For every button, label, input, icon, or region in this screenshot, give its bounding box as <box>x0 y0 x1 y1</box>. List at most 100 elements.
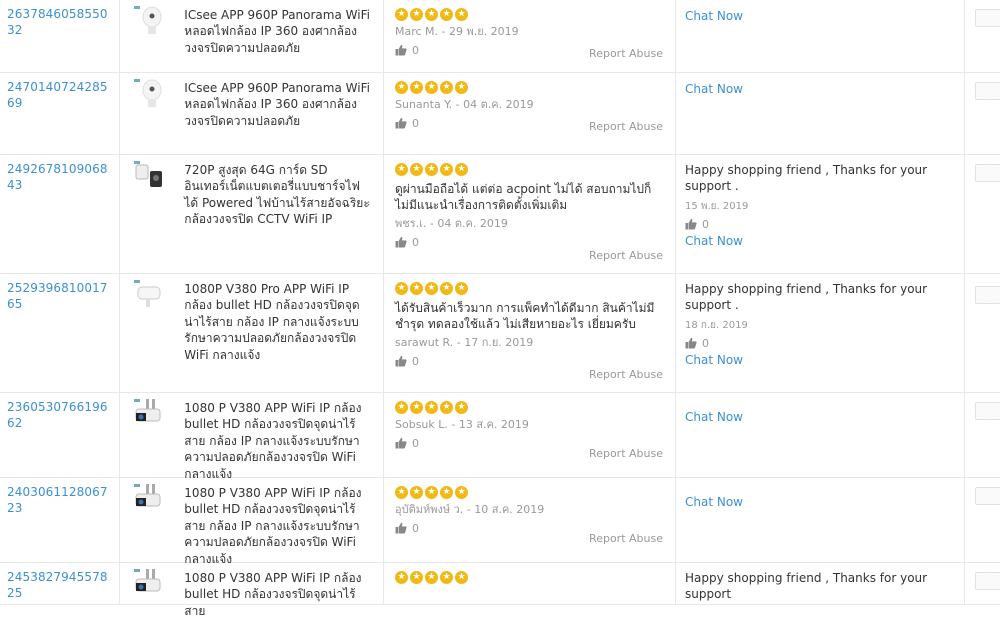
product-name[interactable]: ICsee APP 960P Panorama WiFi หลอดไฟกล้อง… <box>177 73 383 154</box>
order-id-link[interactable]: 252939681001765 <box>7 280 111 312</box>
order-id-link[interactable]: 236053076619662 <box>7 399 111 431</box>
order-id-cell: 252939681001765 <box>0 274 120 392</box>
action-button[interactable] <box>975 82 1000 100</box>
star-icon: ★ <box>410 81 423 94</box>
order-id-link[interactable]: 240306112806723 <box>7 484 111 516</box>
chat-now-link[interactable]: Chat Now <box>685 9 954 23</box>
star-icon: ★ <box>395 571 408 584</box>
product-name[interactable]: 720P สูงสุด 64G การ์ด SD อินเทอร์เน็ตแบต… <box>177 155 383 273</box>
product-thumbnail[interactable] <box>120 155 177 273</box>
star-icon: ★ <box>410 282 423 295</box>
report-abuse-link[interactable]: Report Abuse <box>589 120 663 133</box>
like-count: 0 <box>412 43 419 57</box>
reply-like-button[interactable]: 0 <box>685 336 954 350</box>
reply-date: 15 พ.ย. 2019 <box>685 201 749 212</box>
order-id-link[interactable]: 263784605855032 <box>7 6 111 38</box>
review-like-button[interactable]: 0 <box>395 235 665 249</box>
report-abuse-link[interactable]: Report Abuse <box>589 249 663 262</box>
star-icon: ★ <box>455 163 468 176</box>
action-button[interactable] <box>975 402 1000 420</box>
product-name[interactable]: 1080P V380 Pro APP WiFi IP กล้อง bullet … <box>177 274 383 392</box>
review-text: ได้รับสินค้าเร็วมาก การแพ็คทำได้ดีมาก สิ… <box>395 301 655 331</box>
thumbs-up-icon <box>395 236 407 248</box>
chat-now-link[interactable]: Chat Now <box>685 410 954 424</box>
like-count: 0 <box>412 436 419 450</box>
review-text: ดูผ่านมือถือได้ แต่ต่อ acpoint ไม่ได้ สอ… <box>395 182 652 212</box>
star-icon: ★ <box>410 8 423 21</box>
star-icon: ★ <box>455 571 468 584</box>
seller-reply-cell: Happy shopping friend , Thanks for your … <box>676 274 965 392</box>
report-abuse-link[interactable]: Report Abuse <box>589 447 663 460</box>
action-button[interactable] <box>975 286 1000 304</box>
action-cell <box>965 274 1000 392</box>
like-count: 0 <box>412 354 419 368</box>
report-abuse-link[interactable]: Report Abuse <box>589 47 663 60</box>
like-count: 0 <box>702 336 709 350</box>
chat-now-link[interactable]: Chat Now <box>685 234 954 248</box>
product-thumbnail[interactable] <box>120 393 177 477</box>
star-icon: ★ <box>425 163 438 176</box>
action-cell <box>965 393 1000 477</box>
star-icon: ★ <box>455 486 468 499</box>
star-icon: ★ <box>425 571 438 584</box>
product-thumbnail[interactable] <box>120 73 177 154</box>
bullet-camera-white-image <box>132 278 166 312</box>
seller-reply-text: Happy shopping friend , Thanks for your … <box>685 163 928 193</box>
like-count: 0 <box>412 116 419 130</box>
review-row: 240306112806723 1080 P V380 APP WiFi IP ก… <box>0 478 1000 566</box>
action-button[interactable] <box>975 487 1000 505</box>
thumbs-up-icon <box>395 437 407 449</box>
review-row: 249267810906843 720P สูงสุด 64G การ์ด SD … <box>0 155 1000 274</box>
star-icon: ★ <box>455 401 468 414</box>
product-cell: 1080 P V380 APP WiFi IP กล้อง bullet HD … <box>120 393 384 481</box>
thumbs-up-icon <box>395 44 407 56</box>
action-button[interactable] <box>975 9 1000 27</box>
reply-like-button[interactable]: 0 <box>685 217 954 231</box>
star-icon: ★ <box>410 571 423 584</box>
report-abuse-link[interactable]: Report Abuse <box>589 368 663 381</box>
product-cell: ICsee APP 960P Panorama WiFi หลอดไฟกล้อง… <box>120 73 384 154</box>
star-icon: ★ <box>455 282 468 295</box>
order-id-link[interactable]: 245382794557825 <box>7 569 111 601</box>
star-rating: ★ ★ ★ ★ ★ <box>395 81 665 94</box>
reviewer-meta: พชร.เ. - 04 ต.ค. 2019 <box>395 217 508 230</box>
star-rating: ★ ★ ★ ★ ★ <box>395 8 665 21</box>
product-thumbnail[interactable] <box>120 0 177 72</box>
product-name[interactable]: 1080 P V380 APP WiFi IP กล้อง bullet HD … <box>177 393 383 481</box>
seller-reply-cell: Happy shopping friend , Thanks for your … <box>676 155 965 273</box>
chat-now-link[interactable]: Chat Now <box>685 353 954 367</box>
bullet-camera-dark-image <box>132 482 166 516</box>
like-count: 0 <box>412 521 419 535</box>
product-thumbnail[interactable] <box>120 274 177 392</box>
order-id-link[interactable]: 249267810906843 <box>7 161 111 193</box>
mini-camera-image <box>132 159 166 193</box>
review-like-button[interactable]: 0 <box>395 354 665 368</box>
star-icon: ★ <box>440 486 453 499</box>
action-button[interactable] <box>975 164 1000 182</box>
star-icon: ★ <box>440 163 453 176</box>
product-name[interactable]: ICsee APP 960P Panorama WiFi หลอดไฟกล้อง… <box>177 0 383 72</box>
like-count: 0 <box>702 217 709 231</box>
report-abuse-link[interactable]: Report Abuse <box>589 532 663 545</box>
star-icon: ★ <box>395 401 408 414</box>
thumbs-up-icon <box>395 117 407 129</box>
order-id-link[interactable]: 247014072428569 <box>7 79 111 111</box>
star-rating: ★ ★ ★ ★ ★ <box>395 401 665 414</box>
action-cell <box>965 0 1000 72</box>
reviewer-meta: Sobsuk L. - 13 ส.ค. 2019 <box>395 418 529 431</box>
product-name[interactable]: 1080 P V380 APP WiFi IP กล้อง bullet HD … <box>177 478 383 566</box>
star-rating: ★ ★ ★ ★ ★ <box>395 486 665 499</box>
chat-now-link[interactable]: Chat Now <box>685 82 954 96</box>
chat-now-link[interactable]: Chat Now <box>685 495 954 509</box>
bulb-camera-image <box>132 4 166 38</box>
seller-reply-cell: Chat Now <box>676 478 965 562</box>
review-cell: ★ ★ ★ ★ ★ อุบัติมห์พงษ์ ว. - 10 ส.ค. 2019 0 Rep… <box>384 478 676 562</box>
review-cell: ★ ★ ★ ★ ★ Marc M. - 29 พ.ย. 2019 0 Report Abuse <box>384 0 676 72</box>
star-icon: ★ <box>410 163 423 176</box>
product-thumbnail[interactable] <box>120 478 177 562</box>
thumbs-up-icon <box>395 355 407 367</box>
seller-reply-cell: Chat Now <box>676 0 965 72</box>
reviews-table: 263784605855032 ICsee APP 960P Panorama W… <box>0 0 1000 618</box>
order-id-cell: 240306112806723 <box>0 478 120 562</box>
action-button[interactable] <box>975 572 1000 590</box>
